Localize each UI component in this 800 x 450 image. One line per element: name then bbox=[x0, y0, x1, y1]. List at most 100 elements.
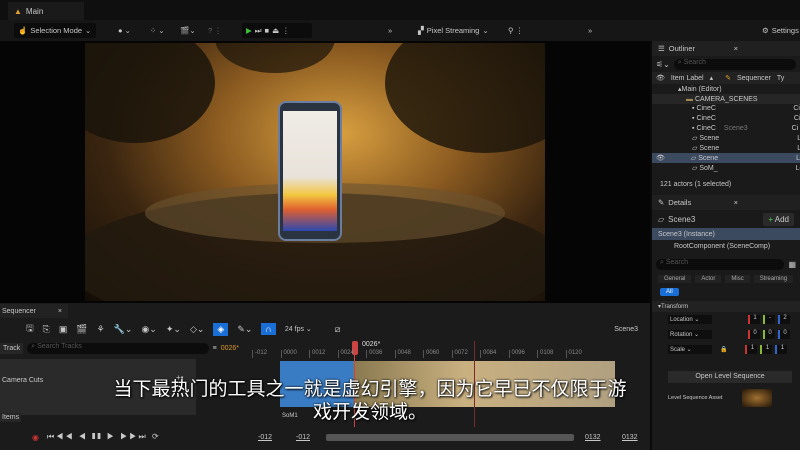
items-label: Items bbox=[0, 413, 22, 422]
pixel-streaming-dropdown[interactable]: ▞ Pixel Streaming ⌄ bbox=[414, 23, 493, 38]
selection-mode-dropdown[interactable]: ☝ Selection Mode ⌄ bbox=[14, 23, 96, 38]
save-icon[interactable]: 🖫 bbox=[26, 321, 34, 337]
transport-bar: ◉ ⏮◀◀ ◀ ❚❚ ▶ ▶▶⏭ ⟳ -012 -012 0132 0132 bbox=[0, 427, 650, 447]
filter-misc[interactable]: Misc bbox=[725, 275, 750, 283]
render-icon[interactable]: ⚘ bbox=[97, 324, 105, 335]
filter-actor[interactable]: Actor bbox=[695, 275, 722, 283]
timeline-tick: 0048 bbox=[394, 350, 411, 358]
view-range-end[interactable]: 0132 bbox=[622, 434, 638, 441]
eject-icon[interactable]: ⏏ bbox=[272, 26, 279, 35]
item-label: CAMERA_SCENES bbox=[694, 95, 758, 103]
cinematics-button[interactable]: 🎬⌄ bbox=[176, 23, 200, 38]
close-icon[interactable]: × bbox=[58, 308, 62, 315]
stop-icon[interactable]: ■ bbox=[265, 26, 270, 35]
instance-label: Scene3 (Instance) bbox=[658, 230, 715, 238]
modes-button[interactable]: ? ⋮ bbox=[204, 23, 226, 38]
list-item-selected[interactable]: 👁 ▱ Scene Le bbox=[652, 153, 800, 163]
camera-cuts-track[interactable]: Camera Cuts bbox=[2, 377, 43, 384]
rotation-x[interactable]: 0 bbox=[748, 330, 760, 339]
list-item[interactable]: ▪ CineC Ci bbox=[652, 113, 800, 123]
transform-section[interactable]: ▾ Transform bbox=[652, 301, 800, 312]
search-placeholder: Search bbox=[665, 258, 689, 266]
actor-name: Scene3 bbox=[668, 214, 696, 224]
more-icon[interactable]: ⋮ bbox=[282, 26, 290, 35]
add-component-button[interactable]: + Add bbox=[763, 212, 794, 226]
list-item[interactable]: ▱ SoM_ Le bbox=[652, 163, 800, 173]
filter-streaming[interactable]: Streaming bbox=[753, 275, 794, 283]
rotation-dropdown[interactable]: Rotation ⌄ bbox=[668, 330, 712, 339]
list-item[interactable]: ▪ CineC Scene3 Ci bbox=[652, 123, 800, 133]
play-icon[interactable]: ▶ bbox=[246, 26, 252, 35]
keyframe-icon[interactable]: ◇⌄ bbox=[190, 324, 204, 335]
playback-controls[interactable]: ⏮◀◀ ◀ ❚❚ ▶ ▶▶⏭ ⟳ bbox=[47, 432, 161, 442]
camera-icon[interactable]: ▣ bbox=[59, 324, 68, 335]
close-icon[interactable]: × bbox=[734, 44, 738, 53]
location-dropdown[interactable]: Location ⌄ bbox=[668, 315, 712, 324]
search-placeholder: Search Tracks bbox=[37, 342, 82, 350]
eye-icon[interactable]: 👁 bbox=[656, 74, 665, 82]
add-actor-button[interactable]: ● ⌄ bbox=[114, 23, 135, 38]
scale-z[interactable]: 1 bbox=[775, 345, 788, 354]
timeline-tick: 0072 bbox=[451, 350, 468, 358]
component-instance[interactable]: Scene3 (Instance) bbox=[652, 228, 800, 240]
add-track-button[interactable]: Track bbox=[0, 342, 24, 354]
playback-range-end[interactable]: 0132 bbox=[585, 434, 601, 441]
component-root[interactable]: RootComponent (SceneComp) bbox=[652, 240, 800, 252]
open-level-sequence-button[interactable]: Open Level Sequence bbox=[668, 371, 792, 383]
details-search-input[interactable]: ⌕ Search bbox=[656, 258, 785, 270]
playback-range-start[interactable]: -012 bbox=[296, 434, 310, 441]
step-icon[interactable]: ⏭ bbox=[255, 26, 262, 36]
tab-main[interactable]: ▲ Main bbox=[8, 2, 84, 20]
platforms-button[interactable]: ⚲ ⋮ bbox=[504, 23, 527, 38]
folder-icon: ▬ bbox=[686, 95, 693, 103]
timeline-scrollbar[interactable] bbox=[326, 433, 574, 441]
list-item[interactable]: ▬ CAMERA_SCENES bbox=[652, 94, 800, 104]
save-as-icon[interactable]: ⎘ bbox=[43, 324, 50, 335]
list-item[interactable]: ▴ Main (Editor) bbox=[652, 84, 800, 94]
settings-button[interactable]: ⚙ Settings bbox=[758, 23, 800, 38]
filter-all[interactable]: All bbox=[660, 288, 679, 296]
outliner-search-input[interactable]: ⌕ Search bbox=[673, 58, 796, 70]
outliner-tab[interactable]: ☰ Outliner × bbox=[652, 41, 800, 56]
current-frame[interactable]: 0026* bbox=[221, 345, 239, 352]
snap-icon[interactable]: ✦⌄ bbox=[166, 324, 181, 335]
eye-icon[interactable]: ◉⌄ bbox=[141, 324, 156, 335]
rotation-z[interactable]: 0 bbox=[778, 330, 790, 339]
scale-x[interactable]: 1 bbox=[745, 345, 758, 354]
add-label: Add bbox=[774, 214, 789, 224]
lock-icon[interactable]: 🔒 bbox=[720, 346, 727, 353]
close-icon[interactable]: × bbox=[734, 198, 738, 207]
eye-icon[interactable]: 👁 bbox=[656, 154, 665, 162]
auto-key-icon[interactable]: ◈ bbox=[213, 322, 229, 336]
record-icon[interactable]: ◉ bbox=[32, 433, 39, 442]
location-z[interactable]: 2 bbox=[778, 315, 790, 324]
col-sequencer[interactable]: Sequencer bbox=[737, 75, 771, 82]
list-item[interactable]: ▱ SceneLe bbox=[652, 143, 800, 153]
expand-icon[interactable]: » bbox=[384, 23, 396, 38]
list-item[interactable]: ▱ SceneLe bbox=[652, 133, 800, 143]
expand-icon-2[interactable]: » bbox=[584, 23, 596, 38]
scale-dropdown[interactable]: Scale ⌄ bbox=[668, 345, 712, 354]
scale-y[interactable]: 1 bbox=[760, 345, 773, 354]
filter-general[interactable]: General bbox=[658, 275, 692, 283]
table-icon[interactable]: ▦ bbox=[788, 260, 796, 269]
level-viewport[interactable] bbox=[0, 41, 650, 303]
filter-icon[interactable]: ≡ bbox=[213, 345, 217, 352]
view-range-start[interactable]: -012 bbox=[258, 434, 272, 441]
col-item-label[interactable]: Item Label bbox=[671, 75, 704, 82]
filter-icon[interactable]: ⚟⌄ bbox=[656, 60, 670, 69]
col-type[interactable]: Ty bbox=[777, 75, 784, 82]
blueprint-button[interactable]: ⁘ ⌄ bbox=[146, 23, 169, 38]
rotation-y[interactable]: 0 bbox=[763, 330, 775, 339]
asset-thumbnail[interactable] bbox=[742, 389, 773, 407]
wrench-icon[interactable]: 🔧⌄ bbox=[114, 324, 133, 335]
location-x[interactable]: 1 bbox=[748, 315, 760, 324]
location-y[interactable]: - bbox=[763, 315, 775, 324]
item-label: SoM_ bbox=[699, 164, 718, 172]
search-tracks-input[interactable]: ⌕ Search Tracks bbox=[27, 342, 209, 354]
list-item[interactable]: ▪ CineC Ci bbox=[652, 104, 800, 113]
details-tab[interactable]: ✎ Details × bbox=[652, 195, 800, 210]
clapper-icon[interactable]: 🎬 bbox=[76, 324, 87, 335]
sequencer-title: Sequencer bbox=[2, 307, 36, 315]
sequencer-tab[interactable]: Sequencer × bbox=[0, 304, 68, 318]
